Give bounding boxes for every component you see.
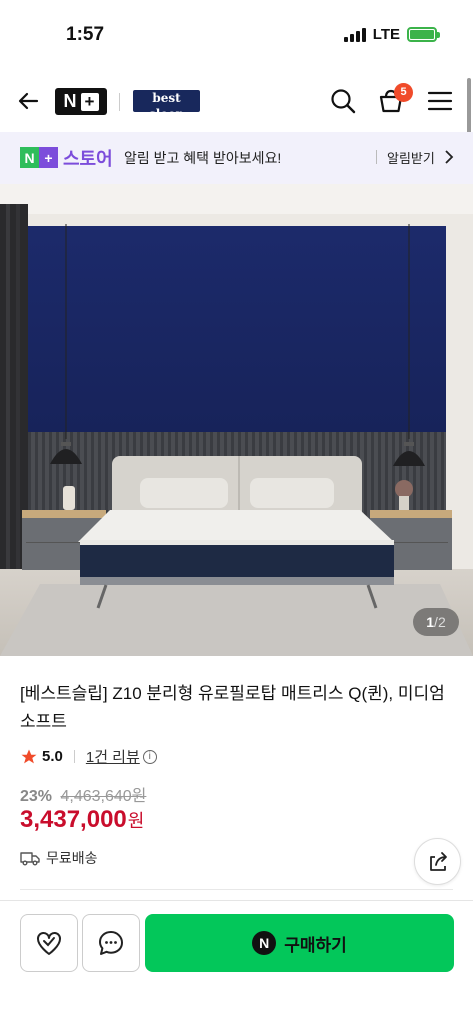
star-icon [21, 749, 37, 763]
product-title: [베스트슬립] Z10 분리형 유로필로탑 매트리스 Q(퀸), 미디엄소프트 [20, 684, 445, 731]
store-logo-n: N [20, 147, 39, 168]
buy-button[interactable]: N 구매하기 [145, 914, 454, 972]
chat-icon [99, 931, 123, 955]
share-icon [429, 851, 447, 871]
image-counter-current: 1 [426, 614, 435, 630]
wishlist-button[interactable] [20, 914, 78, 972]
network-label: LTE [372, 26, 400, 43]
price-discount-row: 23% 4,463,640원 [20, 782, 146, 806]
currency-unit: 원 [127, 811, 145, 831]
store-banner[interactable]: N + 스토어 알림 받고 혜택 받아보세요! 알림받기 [0, 132, 473, 184]
banner-divider [376, 150, 377, 164]
rating-divider [73, 750, 75, 763]
product-image[interactable] [0, 184, 473, 656]
chevron-right-icon [444, 149, 454, 170]
subscribe-button[interactable]: 알림받기 [387, 148, 435, 167]
bottom-action-bar: N 구매하기 [0, 900, 473, 1024]
naver-plus-store-logo: N + [20, 147, 58, 168]
status-time: 1:57 [66, 24, 105, 45]
status-bar: 1:57 LTE [0, 0, 473, 70]
shipping-info: 무료배송 [20, 848, 98, 868]
signal-icon [343, 27, 366, 42]
brand-logo-text: best sleep [149, 91, 184, 121]
menu-icon[interactable] [425, 86, 455, 116]
heart-check-icon [37, 932, 61, 955]
back-arrow-icon[interactable] [14, 86, 44, 116]
rating-row: 5.0 1건 리뷰 i [20, 746, 157, 767]
naver-pay-icon: N [252, 931, 277, 955]
original-price: 4,463,640원 [60, 788, 147, 805]
shipping-label: 무료배송 [46, 850, 98, 866]
final-price: 3,437,000원 [20, 806, 144, 834]
discount-rate: 23% [20, 788, 53, 805]
naver-plus-logo[interactable]: N + [55, 88, 107, 115]
search-icon[interactable] [328, 86, 358, 116]
reviews-link[interactable]: 1건 리뷰 [86, 746, 140, 767]
battery-icon [407, 27, 440, 42]
info-icon[interactable]: i [142, 749, 157, 764]
share-button[interactable] [414, 838, 461, 885]
status-indicators: LTE [343, 26, 440, 43]
cart-count-badge: 5 [394, 83, 413, 102]
image-counter: 1/2 [413, 608, 459, 636]
chat-button[interactable] [82, 914, 140, 972]
truck-icon [20, 852, 40, 866]
final-price-value: 3,437,000 [20, 806, 127, 833]
section-divider [20, 889, 453, 890]
brand-logo[interactable]: best sleep [133, 90, 200, 121]
nplus-n: N [63, 91, 77, 111]
banner-message: 알림 받고 혜택 받아보세요! [124, 150, 282, 166]
buy-button-label: 구매하기 [284, 935, 347, 955]
nplus-plus: + [80, 92, 99, 111]
rating-score: 5.0 [42, 748, 63, 765]
store-logo-plus: + [39, 147, 58, 168]
store-label: 스토어 [63, 149, 113, 169]
header-divider [119, 93, 120, 111]
image-counter-total: 2 [437, 614, 446, 630]
